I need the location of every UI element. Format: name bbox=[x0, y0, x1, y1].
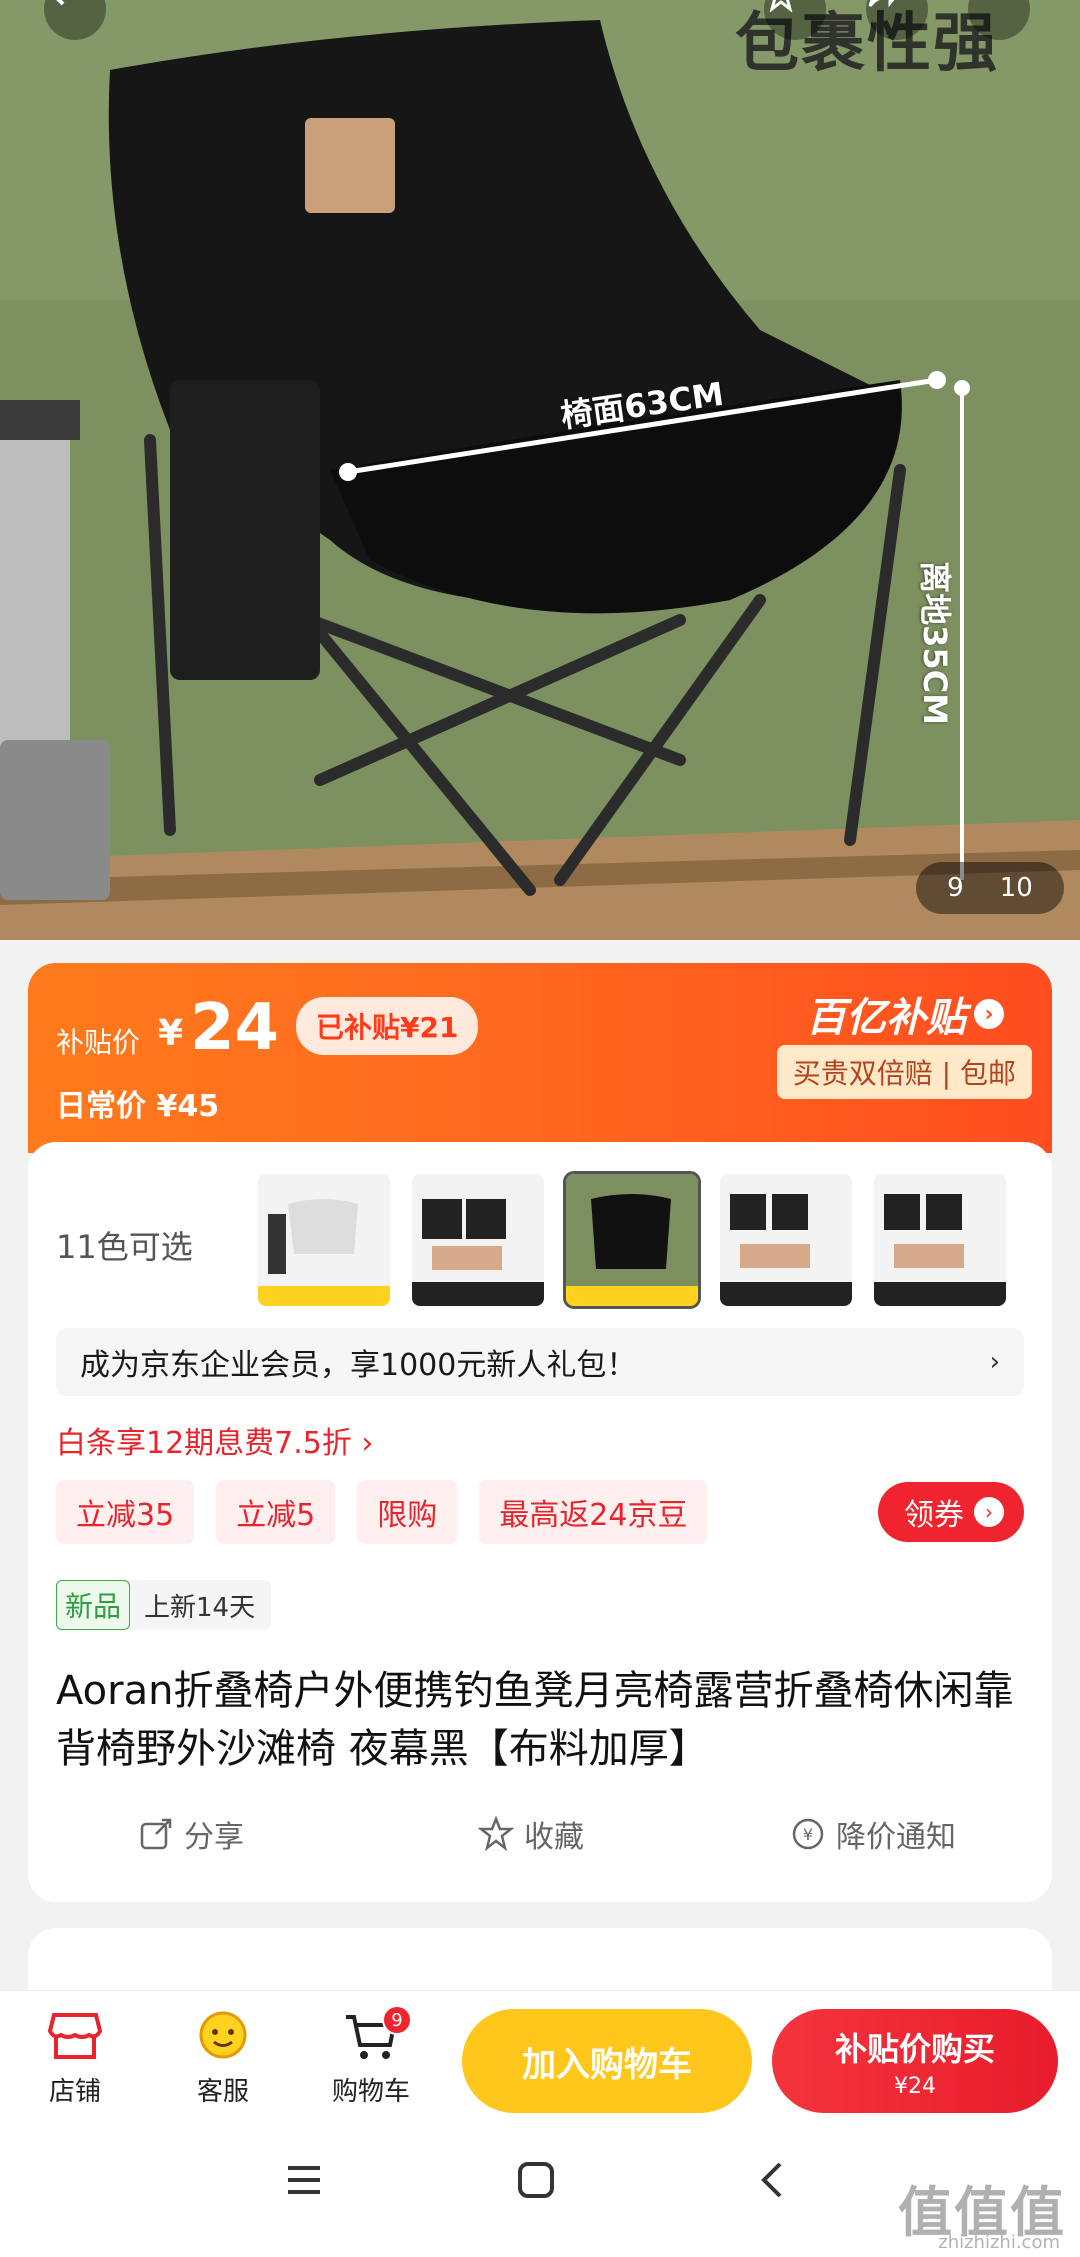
promo-tag: 立减5 bbox=[216, 1480, 336, 1544]
height-label: 离地35CM bbox=[915, 561, 954, 725]
new-arrival-tag: 新品 bbox=[56, 1580, 131, 1630]
share-button[interactable]: 分享 bbox=[138, 1812, 244, 1856]
chevron-right-icon: › bbox=[974, 999, 1004, 1029]
subsidy-brand-text: 百亿补贴 bbox=[806, 995, 966, 1041]
store-label: 店铺 bbox=[48, 2077, 101, 2107]
enterprise-member-banner[interactable]: 成为京东企业会员，享1000元新人礼包！ › bbox=[56, 1328, 1024, 1396]
promo-tag: 最高返24京豆 bbox=[479, 1480, 708, 1544]
variant-thumbnail[interactable] bbox=[874, 1174, 1006, 1306]
chevron-right-icon: › bbox=[974, 1497, 1004, 1527]
variant-thumbnails bbox=[258, 1171, 1006, 1309]
product-photo bbox=[0, 0, 1080, 940]
recent-apps-button[interactable] bbox=[282, 2158, 326, 2212]
add-to-cart-button[interactable]: 加入购物车 bbox=[462, 2009, 752, 2113]
home-square-icon bbox=[518, 2162, 554, 2198]
promo-tag: 限购 bbox=[357, 1480, 458, 1544]
share-arrow-icon bbox=[868, 0, 895, 8]
svg-text:¥: ¥ bbox=[803, 1825, 813, 1844]
price-amount: 24 bbox=[190, 991, 280, 1065]
price-label: 补贴价 bbox=[56, 1026, 141, 1059]
cart-count-badge: 9 bbox=[382, 2005, 412, 2035]
promo-tags: 立减35 立减5 限购 最高返24京豆 bbox=[56, 1480, 708, 1544]
product-title: Aoran折叠椅户外便携钓鱼凳月亮椅露营折叠椅休闲靠背椅野外沙滩椅 夜幕黑【布料… bbox=[56, 1668, 1014, 1772]
variant-thumbnail[interactable] bbox=[258, 1174, 390, 1306]
chevron-left-icon bbox=[56, 0, 65, 6]
image-counter: 9 10 bbox=[916, 862, 1064, 914]
chevron-right-icon: › bbox=[989, 1347, 1000, 1377]
share-label: 分享 bbox=[184, 1820, 244, 1855]
variant-thumbnail[interactable] bbox=[412, 1174, 544, 1306]
price-drop-notify-button[interactable]: ¥ 降价通知 bbox=[790, 1812, 956, 1856]
home-button[interactable] bbox=[514, 2158, 558, 2212]
notify-label: 降价通知 bbox=[836, 1820, 956, 1855]
share-icon bbox=[140, 1818, 172, 1850]
product-actions: 分享 收藏 ¥ 降价通知 bbox=[28, 1812, 1052, 1872]
buy-now-button[interactable]: 补贴价购买 ¥24 bbox=[772, 2009, 1058, 2113]
service-label: 客服 bbox=[196, 2077, 249, 2107]
favorite-label: 收藏 bbox=[524, 1820, 584, 1855]
product-image-carousel[interactable]: 包裹性强 椅面63CM 离地35CM 9 10 bbox=[0, 0, 1080, 940]
color-count-label: 11色可选 bbox=[56, 1228, 193, 1266]
star-icon bbox=[478, 1816, 514, 1852]
favorite-button[interactable]: 收藏 bbox=[478, 1812, 584, 1856]
bottom-action-bar: 店铺 客服 9 购物车 加入购物车 补贴价购买 ¥24 bbox=[0, 1990, 1080, 2130]
get-coupon-button[interactable]: 领券 › bbox=[878, 1482, 1024, 1542]
chevron-left-icon bbox=[761, 2162, 782, 2198]
menu-icon bbox=[288, 2166, 320, 2194]
member-banner-text: 成为京东企业会员，享1000元新人礼包！ bbox=[80, 1348, 637, 1383]
image-counter-current: 9 bbox=[947, 873, 964, 903]
cart-label: 购物车 bbox=[331, 2077, 410, 2107]
image-counter-total: 10 bbox=[999, 873, 1033, 903]
new-arrival-row: 新品 上新14天 bbox=[56, 1580, 272, 1630]
customer-service-button[interactable]: 客服 bbox=[168, 2009, 278, 2108]
new-arrival-text: 上新14天 bbox=[144, 1592, 256, 1623]
baitiao-installment-link[interactable]: 白条享12期息费7.5折 › bbox=[56, 1418, 373, 1462]
subsidy-badge: 已补贴¥21 bbox=[296, 997, 479, 1055]
yen-circle-icon: ¥ bbox=[792, 1818, 824, 1850]
daily-price: 日常价 ¥45 bbox=[56, 1089, 220, 1124]
variant-thumbnail-selected[interactable] bbox=[563, 1171, 701, 1309]
star-icon bbox=[769, 0, 793, 12]
product-info-card: 11色可选 成为京东企业会员，享1000元新人礼包！ › 白条享12期息费7.5… bbox=[28, 1142, 1052, 1902]
variant-thumbnail[interactable] bbox=[720, 1174, 852, 1306]
price-currency: ¥ bbox=[158, 1013, 184, 1054]
store-button[interactable]: 店铺 bbox=[20, 2009, 130, 2108]
subsidy-brand-link[interactable]: 百亿补贴 › bbox=[806, 985, 1004, 1043]
price-banner: 补贴价 ¥ 24 已补贴¥21 日常价 ¥45 百亿补贴 › 买贵双倍赔 | 包… bbox=[28, 963, 1052, 1153]
more-dots-icon bbox=[968, 0, 1002, 12]
promo-tag: 立减35 bbox=[56, 1480, 195, 1544]
guarantee-tags: 买贵双倍赔 | 包邮 bbox=[776, 1045, 1032, 1099]
store-icon bbox=[47, 2013, 103, 2059]
cart-button[interactable]: 9 购物车 bbox=[316, 2005, 426, 2108]
coupon-label: 领券 bbox=[904, 1498, 964, 1533]
customer-service-icon bbox=[199, 2011, 247, 2059]
buy-button-label: 补贴价购买 bbox=[834, 2029, 995, 2068]
system-back-button[interactable] bbox=[752, 2158, 796, 2212]
buy-button-price: ¥24 bbox=[894, 2073, 936, 2099]
watermark-site: zhizhizhi.com bbox=[938, 2232, 1060, 2253]
